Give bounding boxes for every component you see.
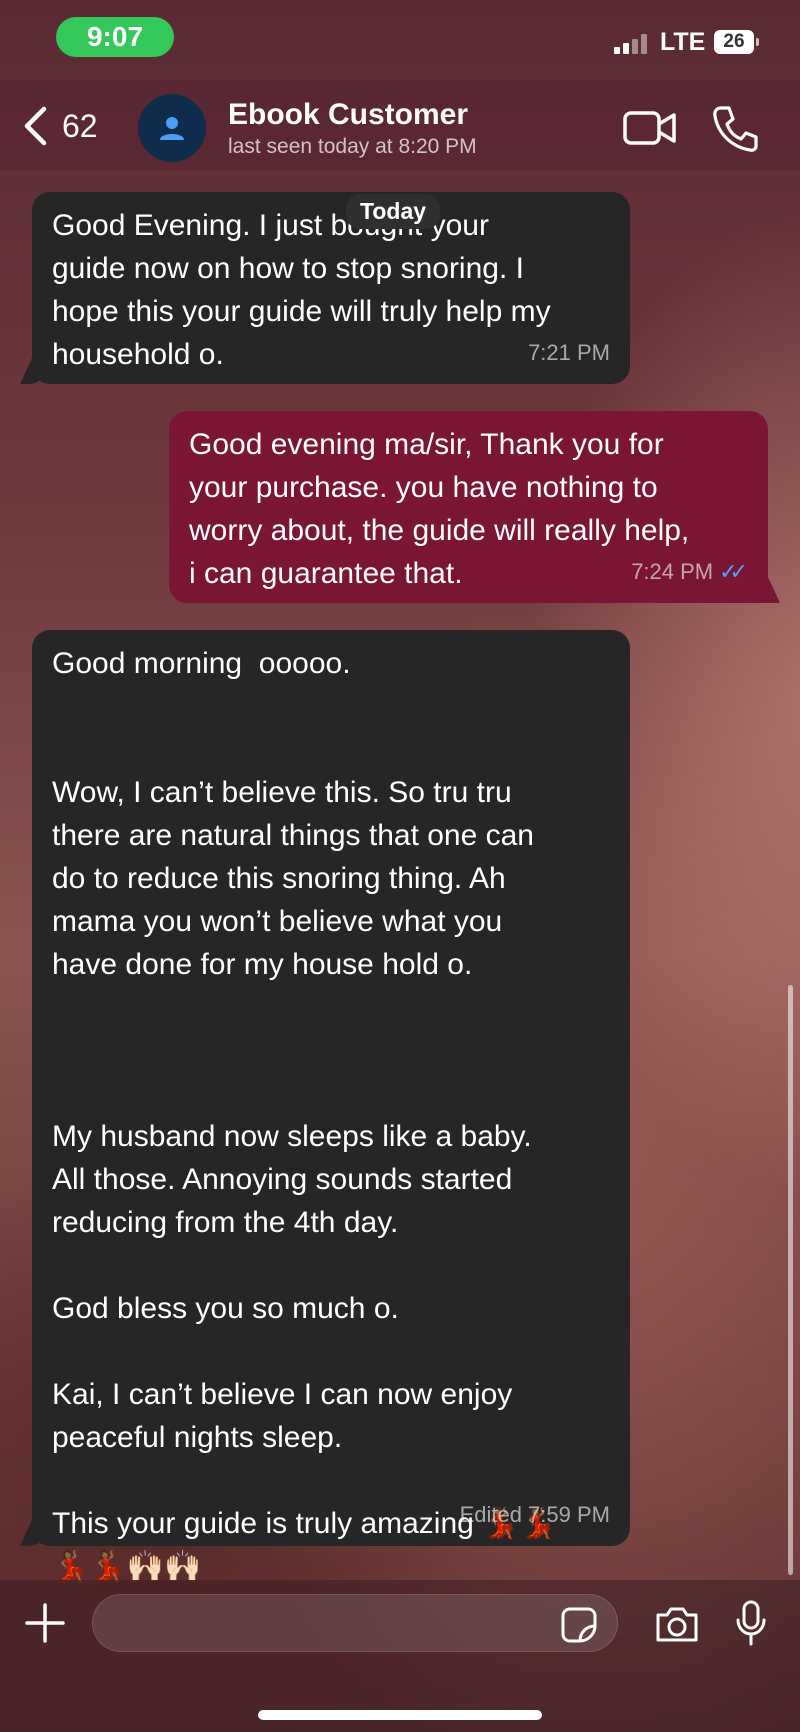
plus-icon[interactable] [24, 1602, 66, 1644]
signal-icon [614, 30, 647, 54]
message-composer [0, 1580, 800, 1732]
microphone-icon[interactable] [736, 1600, 766, 1646]
contact-name[interactable]: Ebook Customer [228, 98, 468, 132]
contact-avatar-icon [160, 117, 184, 140]
video-call-icon[interactable] [622, 108, 678, 148]
scrollbar[interactable] [788, 985, 793, 1575]
date-separator: Today [346, 194, 441, 229]
unread-count: 62 [62, 107, 98, 144]
message-input[interactable] [92, 1594, 618, 1652]
network-label: LTE [660, 28, 706, 56]
phone-icon[interactable] [710, 104, 760, 154]
message-bubble-incoming[interactable]: Good Evening. I just bought your guide n… [32, 192, 630, 384]
avatar[interactable] [138, 94, 206, 162]
contact-last-seen: last seen today at 8:20 PM [228, 135, 477, 158]
message-time: 7:21 PM [528, 340, 610, 365]
back-button[interactable]: 62 [22, 106, 98, 146]
back-chevron-icon [24, 106, 47, 146]
message-text: Good Evening. I just bought your guide n… [52, 209, 551, 371]
chat-header: 62 Ebook Customer last seen today at 8:2… [0, 80, 800, 170]
message-bubble-incoming[interactable]: Good morning ooooo. Wow, I can’t believe… [32, 630, 630, 1583]
message-bubble-outgoing[interactable]: Good evening ma/sir, Thank you for your … [169, 411, 768, 603]
message-time: Edited 7:59 PM [459, 1502, 610, 1527]
battery-icon: 26 [714, 30, 759, 54]
status-bar: 9:07 LTE 26 [0, 0, 800, 80]
camera-icon[interactable] [654, 1604, 700, 1644]
double-check-icon: ✓✓ [719, 559, 748, 584]
sticker-icon[interactable] [560, 1606, 598, 1644]
status-time: 9:07 [56, 17, 174, 57]
message-text: Good morning ooooo. Wow, I can’t believe… [52, 647, 557, 1583]
message-time: 7:24 PM ✓✓ [631, 550, 748, 593]
home-indicator [258, 1710, 542, 1720]
